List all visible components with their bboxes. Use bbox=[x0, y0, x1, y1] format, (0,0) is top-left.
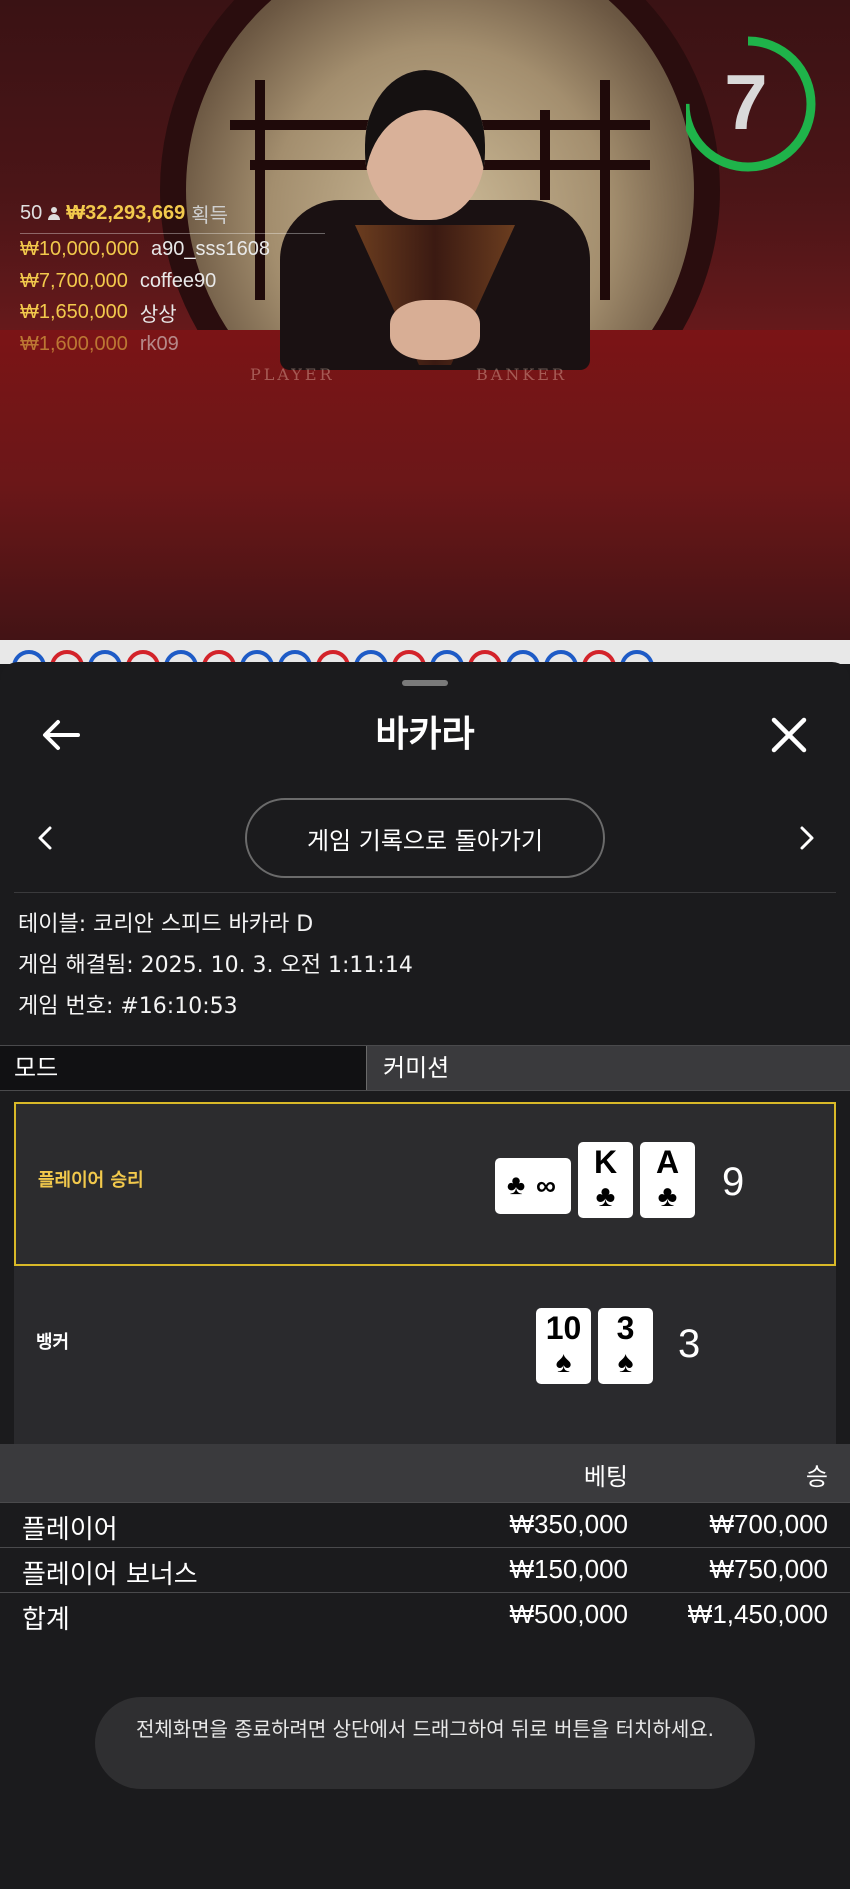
resolved-info: 게임 해결됨: 2025. 10. 3. 오전 1:11:14 bbox=[18, 953, 413, 978]
countdown-number: 7 bbox=[724, 58, 768, 146]
player-card: A ♣ bbox=[640, 1142, 695, 1218]
player-score: 9 bbox=[722, 1160, 745, 1204]
win-column-header: 승 bbox=[805, 1463, 828, 1491]
win-amount: ₩1,450,000 bbox=[687, 1599, 828, 1629]
banker-outcome-label: 뱅커 bbox=[36, 1332, 70, 1353]
card-rank: K bbox=[593, 1144, 618, 1180]
lattice-bar bbox=[600, 80, 610, 300]
winner-row: ₩10,000,000 a90_sss1608 bbox=[20, 234, 325, 266]
bet-column-header: 베팅 bbox=[583, 1463, 628, 1491]
winner-name: a90_sss1608 bbox=[150, 238, 270, 261]
win-amount: ₩750,000 bbox=[709, 1554, 828, 1584]
player-outcome: 플레이어 승리 ♣ ∞ K ♣ A ♣ 9 bbox=[14, 1102, 836, 1266]
card-suit: ♠ bbox=[617, 1346, 634, 1379]
drag-handle[interactable] bbox=[402, 680, 448, 686]
banker-outcome: 뱅커 10 ♠ 3 ♠ 3 bbox=[14, 1266, 836, 1424]
winners-overlay: 50 ₩32,293,669 획득 ₩10,000,000 a90_sss160… bbox=[20, 200, 325, 360]
winner-name: rk09 bbox=[139, 332, 179, 355]
winner-amount: ₩1,600,000 bbox=[20, 332, 128, 355]
game-history-panel: 바카라 게임 기록으로 돌아가기 테이블: 코리안 스피드 바카라 D 게임 해… bbox=[0, 662, 850, 1889]
banker-score: 3 bbox=[678, 1322, 701, 1366]
winner-amount: ₩7,700,000 bbox=[20, 269, 128, 292]
card-suit: ♠ bbox=[555, 1346, 572, 1379]
winner-name: coffee90 bbox=[139, 269, 217, 292]
winner-amount: ₩10,000,000 bbox=[20, 238, 139, 261]
back-to-history-button[interactable]: 게임 기록으로 돌아가기 bbox=[245, 798, 605, 878]
divider bbox=[14, 892, 836, 893]
felt-label-banker: BANKER bbox=[476, 365, 567, 384]
winner-row: ₩1,650,000 상상 bbox=[20, 297, 325, 329]
dealer-hands bbox=[390, 300, 480, 360]
felt-label-player: PLAYER bbox=[250, 365, 335, 384]
bets-header: 베팅 승 bbox=[0, 1444, 850, 1502]
bet-label: 플레이어 bbox=[22, 1515, 118, 1545]
winners-label: 획득 bbox=[191, 205, 229, 227]
countdown-timer: 7 bbox=[680, 28, 820, 176]
card-rank: 10 bbox=[545, 1310, 582, 1346]
banker-card: 10 ♠ bbox=[536, 1308, 591, 1384]
previous-game-icon[interactable] bbox=[30, 820, 60, 856]
player-card-third: ♣ ∞ bbox=[495, 1158, 571, 1214]
close-icon[interactable] bbox=[766, 712, 812, 758]
winner-name: 상상 bbox=[139, 304, 177, 327]
next-game-icon[interactable] bbox=[792, 820, 822, 856]
mode-label: 모드 bbox=[0, 1046, 366, 1090]
bet-label: 합계 bbox=[22, 1605, 70, 1635]
mode-value: 커미션 bbox=[366, 1046, 850, 1090]
person-icon bbox=[48, 206, 61, 221]
card-rank: 3 bbox=[616, 1310, 635, 1346]
bet-label: 플레이어 보너스 bbox=[22, 1560, 198, 1590]
table-info: 테이블: 코리안 스피드 바카라 D bbox=[18, 912, 314, 937]
card-suit: ♣ bbox=[506, 1169, 526, 1200]
card-suit: ♣ bbox=[595, 1180, 616, 1213]
player-card: K ♣ bbox=[578, 1142, 633, 1218]
bet-amount: ₩350,000 bbox=[509, 1509, 628, 1539]
game-number: 게임 번호: #16:10:53 bbox=[18, 994, 238, 1019]
card-rank: A bbox=[655, 1144, 680, 1180]
player-outcome-label: 플레이어 승리 bbox=[38, 1170, 144, 1191]
bet-amount: ₩150,000 bbox=[509, 1554, 628, 1584]
card-rank: ∞ bbox=[536, 1170, 556, 1201]
lattice-bar bbox=[540, 110, 550, 200]
winner-row: ₩7,700,000 coffee90 bbox=[20, 266, 325, 298]
bets-table: 베팅 승 플레이어 ₩350,000 ₩700,000 플레이어 보너스 ₩15… bbox=[0, 1444, 850, 1637]
banker-card: 3 ♠ bbox=[598, 1308, 653, 1384]
win-amount: ₩700,000 bbox=[709, 1509, 828, 1539]
table-row: 플레이어 ₩350,000 ₩700,000 bbox=[0, 1502, 850, 1547]
fullscreen-toast: 전체화면을 종료하려면 상단에서 드래그하여 뒤로 버튼을 터치하세요. bbox=[95, 1697, 755, 1789]
mode-row: 모드 커미션 bbox=[0, 1045, 850, 1091]
table-row: 플레이어 보너스 ₩150,000 ₩750,000 bbox=[0, 1547, 850, 1592]
baccarat-table bbox=[0, 330, 850, 640]
road-map-strip[interactable] bbox=[0, 640, 850, 664]
panel-title: 바카라 bbox=[375, 714, 475, 755]
game-results: 플레이어 승리 ♣ ∞ K ♣ A ♣ 9 뱅커 10 ♠ 3 ♠ 3 bbox=[14, 1102, 836, 1444]
live-video: PLAYER BANKER 7 50 ₩32,293,669 획득 ₩10,00… bbox=[0, 0, 850, 640]
table-row-total: 합계 ₩500,000 ₩1,450,000 bbox=[0, 1592, 850, 1637]
winner-row: ₩1,600,000 rk09 bbox=[20, 329, 325, 361]
card-suit: ♣ bbox=[657, 1180, 678, 1213]
winner-count: 50 bbox=[20, 202, 43, 224]
dealer-head bbox=[365, 70, 485, 220]
winner-amount: ₩1,650,000 bbox=[20, 301, 128, 324]
winners-total: ₩32,293,669 bbox=[66, 202, 186, 224]
winners-summary: 50 ₩32,293,669 획득 bbox=[20, 200, 325, 234]
bet-amount: ₩500,000 bbox=[509, 1599, 628, 1629]
